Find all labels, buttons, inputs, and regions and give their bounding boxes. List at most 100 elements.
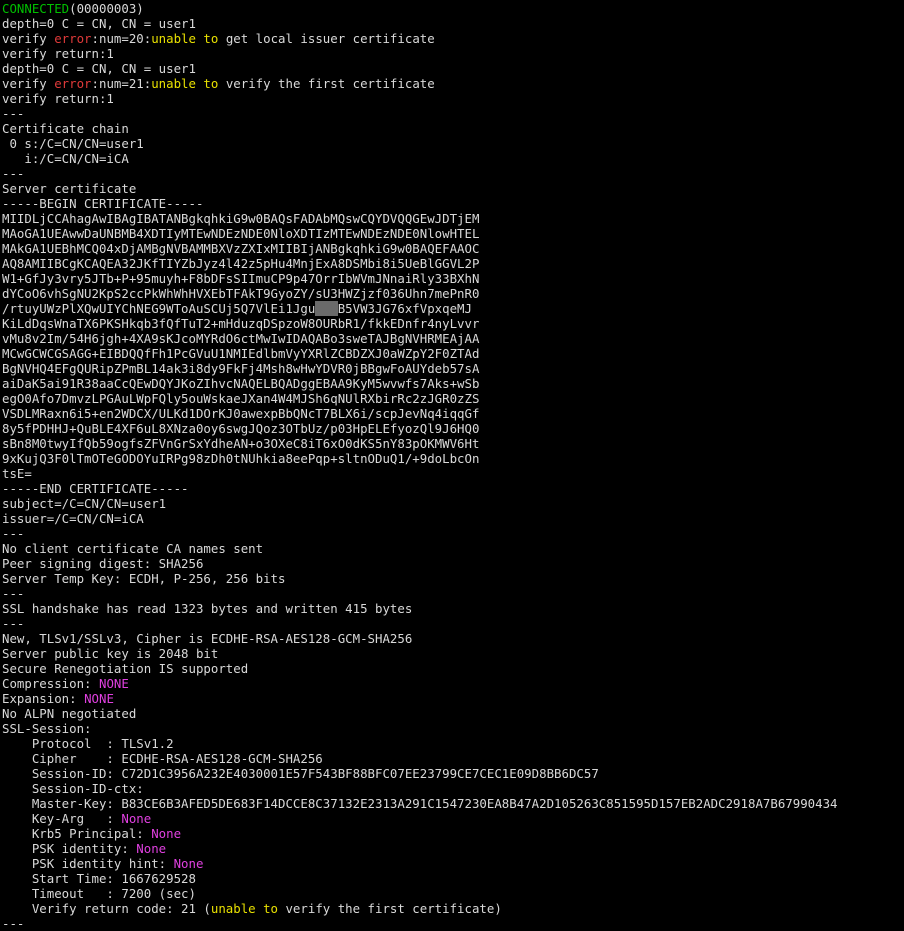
terminal-text: verify: [2, 31, 55, 46]
terminal-line: Key-Arg : None: [2, 811, 904, 826]
terminal-line: verify error:num=20:unable to get local …: [2, 31, 904, 46]
terminal-line: sBn8M0twyIfQb59ogfsZFVnGrSxYdheAN+o3OXeC…: [2, 436, 904, 451]
terminal-text: Certificate chain: [2, 121, 129, 136]
terminal-line: W1+GfJy3vry5JTb+P+95muyh+F8bDFsSIImuCP9p…: [2, 271, 904, 286]
terminal-text: depth=0 C = CN, CN = user1: [2, 16, 196, 31]
terminal-text: ---: [2, 166, 25, 181]
terminal-text: issuer=/C=CN/CN=iCA: [2, 511, 144, 526]
terminal-text: Server certificate: [2, 181, 137, 196]
terminal-line: 8y5fPDHHJ+QuBLE4XF6uL8XNza0oy6swgJQoz3OT…: [2, 421, 904, 436]
terminal-line: i:/C=CN/CN=iCA: [2, 151, 904, 166]
terminal-line: PSK identity: None: [2, 841, 904, 856]
terminal-line: Timeout : 7200 (sec): [2, 886, 904, 901]
terminal-line: Session-ID: C72D1C3956A232E4030001E57F54…: [2, 766, 904, 781]
terminal-line: CONNECTED(00000003): [2, 1, 904, 16]
terminal-text: MIIDLjCCAhagAwIBAgIBATANBgkqhkiG9w0BAQsF…: [2, 211, 480, 226]
terminal-text: tsE=: [2, 466, 32, 481]
terminal-text: Verify return code: 21 (: [2, 901, 211, 916]
terminal-text: Protocol : TLSv1.2: [2, 736, 174, 751]
terminal-text: -----END CERTIFICATE-----: [2, 481, 189, 496]
terminal-text: Secure Renegotiation IS supported: [2, 661, 249, 676]
terminal-line: AQ8AMIIBCgKCAQEA32JKfTIYZbJyz4l42z5pHu4M…: [2, 256, 904, 271]
terminal-line: ---: [2, 916, 904, 931]
terminal-text: None: [121, 811, 152, 826]
terminal-text: Master-Key: B83CE6B3AFED5DE683F14DCCE8C3…: [2, 796, 838, 811]
terminal-line: No client certificate CA names sent: [2, 541, 904, 556]
terminal-line: Master-Key: B83CE6B3AFED5DE683F14DCCE8C3…: [2, 796, 904, 811]
terminal-line: /rtuyUWzPlXQwUIYChNEG9WToAuSCUj5Q7VlEi1J…: [2, 301, 904, 316]
terminal-line: ---: [2, 616, 904, 631]
terminal-text: Session-ID: C72D1C3956A232E4030001E57F54…: [2, 766, 599, 781]
terminal-text: vMu8v2Im/54H6jgh+4XA9sKJcoMYRdO6ctMwIwID…: [2, 331, 480, 346]
terminal-text: No ALPN negotiated: [2, 706, 137, 721]
terminal-line: ---: [2, 586, 904, 601]
redacted-block: [315, 301, 338, 316]
terminal-line: -----BEGIN CERTIFICATE-----: [2, 196, 904, 211]
terminal-text: Start Time: 1667629528: [2, 871, 196, 886]
terminal-text: KiLdDqsWnaTX6PKSHkqb3fQfTuT2+mHduzqDSpzo…: [2, 316, 480, 331]
terminal-line: -----END CERTIFICATE-----: [2, 481, 904, 496]
terminal-line: verify error:num=21:unable to verify the…: [2, 76, 904, 91]
terminal-line: ---: [2, 106, 904, 121]
terminal-line: SSL-Session:: [2, 721, 904, 736]
terminal-line: egO0Afo7DmvzLPGAuLWpFQly5ouWskaeJXan4W4M…: [2, 391, 904, 406]
terminal-text: verify return:1: [2, 46, 114, 61]
terminal-line: Session-ID-ctx:: [2, 781, 904, 796]
terminal-output[interactable]: CONNECTED(00000003) depth=0 C = CN, CN = …: [0, 0, 904, 931]
terminal-text: (00000003): [69, 1, 144, 16]
terminal-line: Server Temp Key: ECDH, P-256, 256 bits: [2, 571, 904, 586]
terminal-line: Server certificate: [2, 181, 904, 196]
terminal-text: -----BEGIN CERTIFICATE-----: [2, 196, 204, 211]
terminal-text: AQ8AMIIBCgKCAQEA32JKfTIYZbJyz4l42z5pHu4M…: [2, 256, 480, 271]
terminal-text: subject=/C=CN/CN=user1: [2, 496, 167, 511]
terminal-text: verify: [2, 76, 55, 91]
terminal-text: :num=20:: [91, 31, 152, 46]
terminal-text: ---: [2, 526, 25, 541]
terminal-text: :num=21:: [91, 76, 152, 91]
terminal-line: Verify return code: 21 (unable to verify…: [2, 901, 904, 916]
terminal-text: Compression:: [2, 676, 99, 691]
terminal-text: W1+GfJy3vry5JTb+P+95muyh+F8bDFsSIImuCP9p…: [2, 271, 480, 286]
terminal-line: aiDaK5ai91R38aaCcQEwDQYJKoZIhvcNAQELBQAD…: [2, 376, 904, 391]
terminal-line: VSDLMRaxn6i5+en2WDCX/ULKd1DOrKJ0awexpBbQ…: [2, 406, 904, 421]
terminal-text: NONE: [84, 691, 114, 706]
terminal-text: depth=0 C = CN, CN = user1: [2, 61, 196, 76]
terminal-text: verify the first certificate): [278, 901, 502, 916]
terminal-text: SSL-Session:: [2, 721, 92, 736]
terminal-line: dYCoO6vhSgNU2KpS2ccPkWhWhHVXEbTFAkT9GyoZ…: [2, 286, 904, 301]
terminal-text: Server public key is 2048 bit: [2, 646, 219, 661]
terminal-text: aiDaK5ai91R38aaCcQEwDQYJKoZIhvcNAQELBQAD…: [2, 376, 480, 391]
terminal-line: Protocol : TLSv1.2: [2, 736, 904, 751]
terminal-text: Session-ID-ctx:: [2, 781, 144, 796]
terminal-line: Peer signing digest: SHA256: [2, 556, 904, 571]
terminal-text: PSK identity:: [2, 841, 137, 856]
terminal-line: depth=0 C = CN, CN = user1: [2, 61, 904, 76]
terminal-text: PSK identity hint:: [2, 856, 174, 871]
terminal-text: /rtuyUWzPlXQwUIYChNEG9WToAuSCUj5Q7VlEi1J…: [2, 301, 316, 316]
terminal-text: B5VW3JG76xfVpxqeMJ: [337, 301, 472, 316]
terminal-text: None: [173, 856, 204, 871]
terminal-text: Key-Arg :: [2, 811, 122, 826]
terminal-line: MAkGA1UEBhMCQ04xDjAMBgNVBAMMBXVzZXIxMIIB…: [2, 241, 904, 256]
terminal-text: 9xKujQ3F0lTmOTeGODOYuIRPg98zDh0tNUhkia8e…: [2, 451, 480, 466]
terminal-text: dYCoO6vhSgNU2KpS2ccPkWhWhHVXEbTFAkT9GyoZ…: [2, 286, 480, 301]
terminal-line: PSK identity hint: None: [2, 856, 904, 871]
terminal-line: Server public key is 2048 bit: [2, 646, 904, 661]
terminal-text: sBn8M0twyIfQb59ogfsZFVnGrSxYdheAN+o3OXeC…: [2, 436, 480, 451]
terminal-text: MAkGA1UEBhMCQ04xDjAMBgNVBAMMBXVzZXIxMIIB…: [2, 241, 480, 256]
terminal-line: Certificate chain: [2, 121, 904, 136]
terminal-text: CONNECTED: [2, 1, 70, 16]
terminal-line: depth=0 C = CN, CN = user1: [2, 16, 904, 31]
terminal-line: verify return:1: [2, 91, 904, 106]
terminal-line: subject=/C=CN/CN=user1: [2, 496, 904, 511]
terminal-line: Start Time: 1667629528: [2, 871, 904, 886]
terminal-text: egO0Afo7DmvzLPGAuLWpFQly5ouWskaeJXan4W4M…: [2, 391, 480, 406]
terminal-text: Peer signing digest: SHA256: [2, 556, 204, 571]
terminal-line: verify return:1: [2, 46, 904, 61]
terminal-line: ---: [2, 166, 904, 181]
terminal-text: MAoGA1UEAwwDaUNBMB4XDTIyMTEwNDEzNDE0NloX…: [2, 226, 480, 241]
terminal-text: Krb5 Principal:: [2, 826, 152, 841]
terminal-text: error: [54, 31, 92, 46]
terminal-text: Cipher : ECDHE-RSA-AES128-GCM-SHA256: [2, 751, 323, 766]
terminal-text: 0 s:/C=CN/CN=user1: [2, 136, 144, 151]
